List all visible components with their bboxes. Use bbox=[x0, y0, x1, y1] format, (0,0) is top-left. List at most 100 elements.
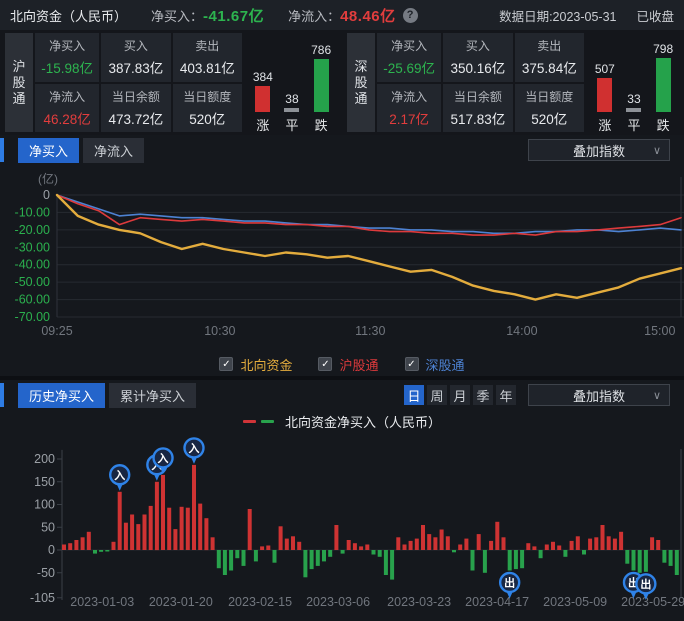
history-bar[interactable] bbox=[347, 540, 351, 550]
history-bar[interactable] bbox=[403, 545, 407, 551]
history-bar[interactable] bbox=[353, 543, 357, 550]
history-bar[interactable] bbox=[198, 504, 202, 550]
tab-累计净买入[interactable]: 累计净买入 bbox=[109, 383, 196, 408]
period-button-年[interactable]: 年 bbox=[496, 385, 516, 405]
history-bar[interactable] bbox=[372, 550, 376, 555]
history-bar[interactable] bbox=[279, 526, 283, 550]
history-bar[interactable] bbox=[130, 515, 134, 551]
history-bar[interactable] bbox=[415, 539, 419, 550]
history-bar[interactable] bbox=[143, 515, 147, 551]
period-button-月[interactable]: 月 bbox=[450, 385, 470, 405]
history-bar[interactable] bbox=[359, 546, 363, 550]
history-bar[interactable] bbox=[613, 539, 617, 550]
history-bar[interactable] bbox=[136, 524, 140, 550]
history-bar[interactable] bbox=[532, 546, 536, 550]
history-bar[interactable] bbox=[446, 536, 450, 550]
checkbox-icon[interactable]: ✓ bbox=[219, 357, 233, 371]
history-bar[interactable] bbox=[254, 550, 258, 561]
history-bar[interactable] bbox=[520, 550, 524, 568]
history-bar[interactable] bbox=[477, 534, 481, 550]
help-icon[interactable]: ? bbox=[403, 8, 418, 23]
history-bar[interactable] bbox=[384, 550, 388, 575]
history-bar[interactable] bbox=[619, 532, 623, 550]
history-bar[interactable] bbox=[161, 475, 165, 550]
history-bar[interactable] bbox=[433, 537, 437, 550]
history-bar[interactable] bbox=[526, 543, 530, 550]
history-bar[interactable] bbox=[365, 545, 369, 551]
history-bar[interactable] bbox=[607, 536, 611, 550]
history-bar[interactable] bbox=[81, 537, 85, 550]
history-bar[interactable] bbox=[273, 550, 277, 563]
history-bar[interactable] bbox=[452, 550, 456, 552]
history-bar[interactable] bbox=[149, 506, 153, 550]
tab-净买入[interactable]: 净买入 bbox=[18, 138, 79, 163]
history-bar[interactable] bbox=[594, 537, 598, 550]
history-bar[interactable] bbox=[440, 530, 444, 551]
history-bar[interactable] bbox=[74, 540, 78, 550]
history-bar[interactable] bbox=[644, 550, 648, 572]
tab-净流入[interactable]: 净流入 bbox=[83, 138, 144, 163]
history-bar[interactable] bbox=[68, 543, 72, 550]
history-bar[interactable] bbox=[297, 542, 301, 550]
checkbox-icon[interactable]: ✓ bbox=[405, 357, 419, 371]
history-bar[interactable] bbox=[173, 529, 177, 550]
history-bar[interactable] bbox=[508, 550, 512, 571]
history-bar[interactable] bbox=[242, 550, 246, 566]
history-bar[interactable] bbox=[489, 541, 493, 550]
history-bar[interactable] bbox=[650, 537, 654, 550]
history-bar[interactable] bbox=[464, 539, 468, 550]
history-bar[interactable] bbox=[118, 492, 122, 550]
history-bar[interactable] bbox=[551, 542, 555, 550]
history-bar[interactable] bbox=[229, 550, 233, 571]
history-bar[interactable] bbox=[421, 525, 425, 550]
history-bar[interactable] bbox=[322, 550, 326, 561]
history-bar[interactable] bbox=[217, 550, 221, 568]
history-bar[interactable] bbox=[285, 539, 289, 550]
period-button-周[interactable]: 周 bbox=[427, 385, 447, 405]
history-bar[interactable] bbox=[211, 537, 215, 550]
period-button-季[interactable]: 季 bbox=[473, 385, 493, 405]
history-bar[interactable] bbox=[260, 546, 264, 550]
period-button-日[interactable]: 日 bbox=[404, 385, 424, 405]
history-bar[interactable] bbox=[656, 540, 660, 550]
history-bar[interactable] bbox=[248, 509, 252, 550]
legend-item-深股通[interactable]: ✓深股通 bbox=[405, 355, 465, 374]
history-bar[interactable] bbox=[378, 550, 382, 557]
history-bar[interactable] bbox=[186, 508, 190, 550]
history-bar[interactable] bbox=[396, 537, 400, 550]
history-bar[interactable] bbox=[105, 550, 109, 552]
history-bar[interactable] bbox=[495, 522, 499, 550]
history-bar[interactable] bbox=[167, 508, 171, 550]
history-bar[interactable] bbox=[539, 550, 543, 558]
history-bar[interactable] bbox=[570, 541, 574, 550]
history-bar[interactable] bbox=[483, 550, 487, 573]
history-bar[interactable] bbox=[310, 550, 314, 569]
history-bar[interactable] bbox=[204, 518, 208, 550]
history-bar[interactable] bbox=[87, 532, 91, 550]
history-bar[interactable] bbox=[662, 550, 666, 563]
history-bar[interactable] bbox=[390, 550, 394, 580]
history-bar[interactable] bbox=[632, 550, 636, 571]
history-bar[interactable] bbox=[563, 550, 567, 557]
history-bar[interactable] bbox=[303, 550, 307, 577]
history-bar[interactable] bbox=[625, 550, 629, 564]
history-bar[interactable] bbox=[155, 482, 159, 550]
history-bar[interactable] bbox=[124, 523, 128, 550]
history-bar[interactable] bbox=[235, 550, 239, 558]
history-bar[interactable] bbox=[427, 534, 431, 550]
legend-item-北向资金[interactable]: ✓北向资金 bbox=[219, 355, 292, 374]
history-bar[interactable] bbox=[180, 507, 184, 550]
history-bar[interactable] bbox=[588, 539, 592, 550]
overlay-index-dropdown-2[interactable]: 叠加指数 ∨ bbox=[528, 384, 670, 406]
history-bar[interactable] bbox=[582, 550, 586, 555]
history-bar[interactable] bbox=[601, 525, 605, 550]
history-bar[interactable] bbox=[341, 550, 345, 554]
history-bar[interactable] bbox=[638, 550, 642, 573]
history-bar[interactable] bbox=[514, 550, 518, 569]
history-bar[interactable] bbox=[576, 536, 580, 550]
tab-历史净买入[interactable]: 历史净买入 bbox=[18, 383, 105, 408]
history-bar[interactable] bbox=[192, 465, 196, 550]
history-bar[interactable] bbox=[266, 546, 270, 551]
history-bar[interactable] bbox=[471, 550, 475, 571]
history-bar[interactable] bbox=[62, 545, 66, 551]
